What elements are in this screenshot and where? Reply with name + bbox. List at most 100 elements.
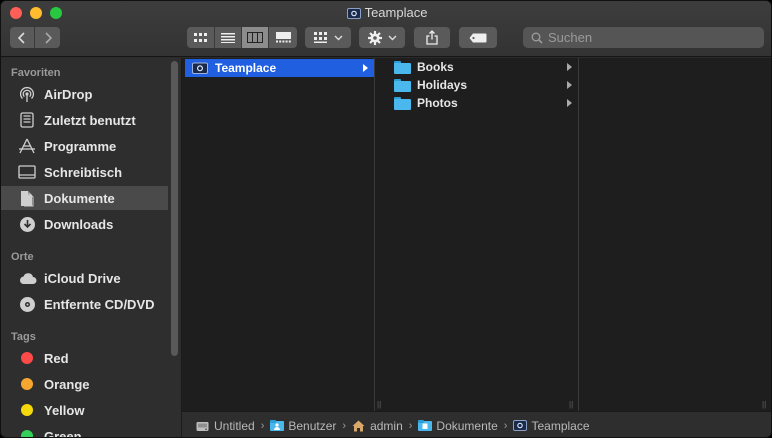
- tag-icon: [469, 33, 487, 42]
- sidebar-item-tag-orange[interactable]: Orange: [1, 372, 168, 396]
- sidebar-item-label: Programme: [44, 138, 117, 154]
- sidebar-item-label: Downloads: [44, 216, 114, 232]
- finder-window: Teamplace Suchen Favoriten AirDrop Zulet…: [0, 0, 772, 438]
- desktop-icon: [17, 163, 37, 181]
- folder-icon: [394, 78, 411, 92]
- chevron-right-icon: ›: [342, 419, 347, 432]
- sidebar-item-label: Entfernte CD/DVD: [44, 296, 155, 312]
- sidebar-item-downloads[interactable]: Downloads: [1, 212, 168, 236]
- toolbar: Teamplace: [1, 1, 771, 57]
- drive-icon: [196, 420, 210, 432]
- path-crumb-teamplace[interactable]: Teamplace: [513, 418, 590, 433]
- column-item-holidays[interactable]: Holidays: [375, 76, 578, 94]
- sidebar-item-tag-green[interactable]: Green: [1, 424, 168, 437]
- path-crumb-users[interactable]: Benutzer: [270, 419, 336, 433]
- gear-icon: [367, 30, 382, 45]
- sidebar-heading-favorites: Favoriten: [11, 67, 61, 79]
- action-menu-button[interactable]: [359, 27, 405, 48]
- crumb-label: Dokumente: [436, 418, 498, 433]
- sidebar-item-tag-red[interactable]: Red: [1, 346, 168, 370]
- teamplace-icon: [192, 62, 208, 74]
- gallery-icon: [275, 32, 291, 43]
- path-crumb-documents[interactable]: Dokumente: [418, 418, 498, 433]
- group-icon: [313, 32, 327, 43]
- sidebar-item-label: iCloud Drive: [44, 270, 121, 286]
- chevron-down-icon: [334, 35, 342, 40]
- sidebar-item-label: Schreibtisch: [44, 164, 123, 180]
- sidebar-item-applications[interactable]: Programme: [1, 134, 168, 158]
- navigation-buttons: [10, 27, 60, 48]
- recents-icon: [17, 111, 37, 129]
- forward-button[interactable]: [35, 27, 60, 48]
- back-button[interactable]: [10, 27, 35, 48]
- folder-icon: [394, 60, 411, 74]
- crumb-label: Teamplace: [531, 418, 590, 433]
- window-title-text: Teamplace: [364, 5, 428, 20]
- column-item-photos[interactable]: Photos: [375, 94, 578, 112]
- users-folder-icon: [270, 419, 285, 432]
- chevron-right-icon: ›: [408, 419, 413, 432]
- sidebar-item-label: Orange: [44, 376, 90, 392]
- sidebar-item-desktop[interactable]: Schreibtisch: [1, 160, 168, 184]
- sidebar-item-remote-disc[interactable]: Entfernte CD/DVD: [1, 292, 168, 316]
- crumb-label: admin: [370, 418, 403, 433]
- path-crumb-untitled[interactable]: Untitled: [196, 419, 255, 433]
- applications-icon: [17, 137, 37, 155]
- chevron-right-icon: ›: [503, 419, 508, 432]
- search-input[interactable]: [548, 30, 748, 45]
- sidebar-item-label: Dokumente: [44, 190, 115, 206]
- column-item-books[interactable]: Books: [375, 58, 578, 76]
- sidebar-heading-tags: Tags: [11, 331, 36, 343]
- browser-column-3: [579, 58, 771, 411]
- disclosure-arrow-icon: [567, 81, 572, 89]
- view-mode-control: [187, 27, 297, 48]
- sidebar-item-documents[interactable]: Dokumente: [1, 186, 168, 210]
- crumb-label: Benutzer: [288, 418, 337, 433]
- gallery-view-button[interactable]: [269, 27, 297, 48]
- sidebar-item-icloud-drive[interactable]: iCloud Drive: [1, 266, 168, 290]
- item-label: Holidays: [417, 78, 468, 92]
- tag-color-dot: [21, 404, 33, 416]
- tag-color-dot: [21, 430, 33, 437]
- path-crumb-admin[interactable]: admin: [352, 419, 403, 433]
- sidebar-item-tag-yellow[interactable]: Yellow: [1, 398, 168, 422]
- grid-icon: [193, 32, 207, 42]
- browser-column-2: Books Holidays Photos: [375, 58, 578, 411]
- item-label: Books: [417, 60, 454, 74]
- tag-color-dot: [21, 378, 33, 390]
- column-item-teamplace[interactable]: Teamplace: [185, 59, 374, 77]
- sidebar-item-label: Zuletzt benutzt: [44, 112, 136, 128]
- list-icon: [221, 32, 235, 43]
- sidebar-item-label: AirDrop: [44, 86, 93, 102]
- icon-view-button[interactable]: [187, 27, 215, 48]
- chevron-left-icon: [17, 31, 25, 44]
- airdrop-icon: [17, 85, 37, 103]
- sidebar-item-label: Yellow: [44, 402, 85, 418]
- sidebar: Favoriten AirDrop Zuletzt benutzt Progra…: [1, 58, 181, 437]
- column-resize-handle[interactable]: ||: [377, 400, 381, 409]
- chevron-right-icon: [44, 31, 52, 44]
- sidebar-scrollbar[interactable]: [171, 61, 178, 356]
- columns-icon: [247, 32, 263, 43]
- sidebar-item-airdrop[interactable]: AirDrop: [1, 82, 168, 106]
- tag-button[interactable]: [459, 27, 497, 48]
- search-field[interactable]: [523, 27, 764, 48]
- disclosure-arrow-icon: [363, 64, 368, 72]
- documents-icon: [17, 189, 37, 207]
- downloads-icon: [17, 215, 37, 233]
- disclosure-arrow-icon: [567, 99, 572, 107]
- sidebar-item-recents[interactable]: Zuletzt benutzt: [1, 108, 168, 132]
- browser-column-1: Teamplace: [182, 58, 374, 411]
- item-label: Photos: [417, 96, 458, 110]
- sidebar-heading-locations: Orte: [11, 251, 34, 263]
- group-by-button[interactable]: [305, 27, 351, 48]
- share-button[interactable]: [414, 27, 450, 48]
- list-view-button[interactable]: [215, 27, 242, 48]
- column-resize-handle[interactable]: ||: [762, 400, 766, 409]
- share-icon: [426, 30, 438, 45]
- crumb-label: Untitled: [214, 418, 255, 433]
- column-resize-handle[interactable]: ||: [569, 400, 573, 409]
- path-bar: Untitled › Benutzer › admin › Dokumente …: [182, 411, 771, 437]
- disclosure-arrow-icon: [567, 63, 572, 71]
- column-view-button[interactable]: [242, 27, 269, 48]
